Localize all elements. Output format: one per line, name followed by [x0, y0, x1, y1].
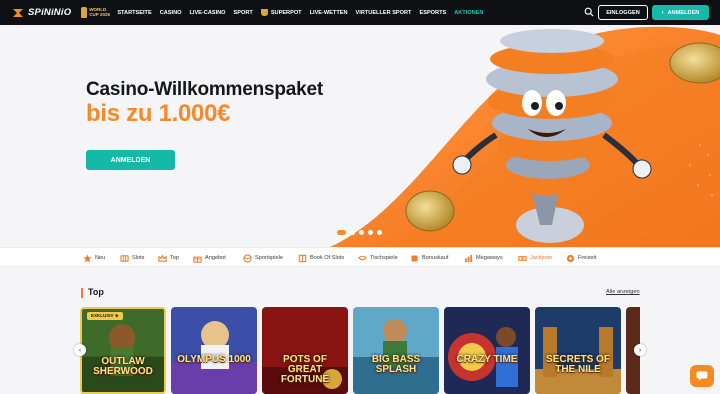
game-tile-crazy-time[interactable]: CRAZY TIME — [444, 307, 530, 394]
slot-machine-icon — [120, 254, 129, 262]
top-navigation: SPiNiNiO WORLD CUP 2026 STARTSEITE CASIN… — [0, 0, 720, 25]
nav-item-superpot[interactable]: SUPERPOT — [260, 9, 302, 16]
game-artwork — [535, 307, 621, 394]
register-button[interactable]: › ANMELDEN — [652, 5, 709, 20]
category-sportspiele[interactable]: Sportspiele — [243, 248, 283, 268]
clover-icon — [411, 254, 418, 262]
hero-title: Casino-Willkommenspaket — [86, 79, 324, 100]
category-label: Slots — [132, 255, 145, 261]
category-slots[interactable]: Slots — [120, 248, 144, 268]
logo-icon — [13, 8, 23, 17]
nav-item-sport[interactable]: SPORT — [234, 10, 253, 16]
game-title: BIG BASS SPLASH — [371, 354, 421, 375]
game-tile-big-bass-splash[interactable]: BIG BASS SPLASH — [353, 307, 439, 394]
category-neu[interactable]: Neu — [83, 248, 105, 268]
category-freizeit[interactable]: Freizeit — [566, 248, 596, 268]
carousel-prev-button[interactable]: ‹ — [74, 344, 86, 356]
carousel-next-button[interactable]: › — [634, 344, 646, 356]
game-title: OLYMPUS 1000 — [177, 354, 251, 365]
carousel-dot[interactable] — [337, 230, 346, 235]
category-bar: Neu Slots Top Angebot Sportspiele Book O… — [0, 247, 720, 267]
chevron-right-icon: › — [638, 346, 642, 354]
chat-icon — [696, 371, 708, 381]
register-label: ANMELDEN — [667, 9, 700, 16]
nav-item-live-casino[interactable]: LIVE-CASINO — [189, 10, 225, 16]
star-icon — [83, 253, 92, 262]
exclusive-badge: EXKLUSIV ★ — [87, 312, 123, 320]
ball-icon — [243, 253, 252, 263]
game-tile-secrets-of-the-nile[interactable]: SECRETS OF THE NILE — [535, 307, 621, 394]
category-bonuskauf[interactable]: Bonuskauf — [410, 248, 448, 268]
category-label: Tischspiele — [370, 255, 398, 261]
section-accent — [81, 288, 83, 298]
game-artwork — [82, 309, 164, 392]
category-book-of-slots[interactable]: Book Of Slots — [298, 248, 344, 268]
chevron-left-icon: ‹ — [78, 346, 82, 354]
category-label: Angebot — [205, 255, 226, 261]
category-label: Neu — [95, 255, 106, 261]
category-label: Bonuskauf — [422, 255, 449, 261]
category-label: Book Of Slots — [310, 255, 345, 261]
chat-button[interactable] — [690, 365, 714, 387]
category-label: Jackpots — [530, 255, 553, 261]
main-nav: STARTSEITE CASINO LIVE-CASINO SPORT SUPE… — [117, 9, 491, 16]
carousel-dot[interactable] — [377, 230, 382, 235]
world-cup-label: WORLD CUP 2026 — [89, 6, 110, 17]
category-label: Megaways — [476, 255, 503, 261]
hero-illustration — [330, 26, 720, 247]
hero-subtitle: bis zu 1.000€ — [86, 100, 231, 127]
crown-icon — [158, 254, 167, 262]
search-icon[interactable] — [584, 7, 594, 17]
category-megaways[interactable]: Megaways — [464, 248, 503, 268]
nav-item-startseite[interactable]: STARTSEITE — [117, 10, 151, 16]
book-icon — [298, 254, 307, 262]
leisure-icon — [566, 254, 575, 262]
arrow-right-icon: › — [661, 9, 664, 16]
nav-item-superpot-label: SUPERPOT — [270, 9, 302, 16]
game-title: CRAZY TIME — [456, 354, 518, 365]
brand-name: SPiNiNiO — [28, 7, 72, 18]
category-label: Top — [170, 255, 180, 261]
carousel-dot[interactable] — [368, 230, 373, 235]
category-label: Freizeit — [578, 255, 597, 261]
world-cup-icon — [81, 7, 88, 18]
category-angebot[interactable]: Angebot — [193, 248, 226, 268]
game-tile-pots-of-great-fortune[interactable]: POTS OF GREAT FORTUNE — [262, 307, 348, 394]
category-tischspiele[interactable]: Tischspiele — [358, 248, 398, 268]
section-title: Top — [88, 287, 104, 297]
jackpot-icon — [518, 255, 527, 261]
hero-banner[interactable]: Casino-Willkommenspaket bis zu 1.000€ AN… — [0, 25, 720, 247]
nav-item-casino[interactable]: CASINO — [160, 10, 182, 16]
login-button[interactable]: EINLOGGEN — [598, 5, 648, 20]
game-tile-olympus-1000[interactable]: OLYMPUS 1000 — [171, 307, 257, 394]
world-cup-badge[interactable]: WORLD CUP 2026 — [81, 7, 111, 18]
top-games-carousel: EXKLUSIV ★ OUTLAW SHERWOOD OLYMPUS 1000 … — [80, 307, 640, 394]
game-title: OUTLAW SHERWOOD — [93, 356, 153, 377]
nav-item-virtueller-sport[interactable]: VIRTUELLER SPORT — [356, 10, 412, 16]
gift-icon — [193, 256, 202, 263]
show-all-link[interactable]: Alle anzeigen — [606, 289, 640, 295]
game-title: SECRETS OF THE NILE — [546, 354, 610, 375]
brand-logo[interactable]: SPiNiNiO — [11, 7, 71, 19]
game-artwork — [171, 307, 257, 394]
hero-register-button[interactable]: ANMELDEN — [86, 150, 175, 170]
game-tile-outlaw-sherwood[interactable]: EXKLUSIV ★ OUTLAW SHERWOOD — [80, 307, 166, 394]
category-jackpots[interactable]: Jackpots — [518, 248, 552, 268]
carousel-dots — [337, 230, 386, 235]
nav-item-aktionen[interactable]: AKTIONEN — [454, 10, 483, 16]
category-label: Sportspiele — [255, 255, 283, 261]
trophy-icon — [260, 9, 268, 16]
nav-item-live-wetten[interactable]: LIVE-WETTEN — [310, 10, 348, 16]
nav-item-esports[interactable]: ESPORTS — [419, 10, 446, 16]
megaways-icon — [464, 254, 473, 262]
category-top[interactable]: Top — [158, 248, 179, 268]
game-artwork — [444, 307, 530, 394]
game-artwork — [353, 307, 439, 394]
table-icon — [358, 255, 367, 260]
carousel-dot[interactable] — [350, 230, 355, 235]
game-title: POTS OF GREAT FORTUNE — [280, 354, 330, 385]
carousel-dot[interactable] — [359, 230, 364, 235]
